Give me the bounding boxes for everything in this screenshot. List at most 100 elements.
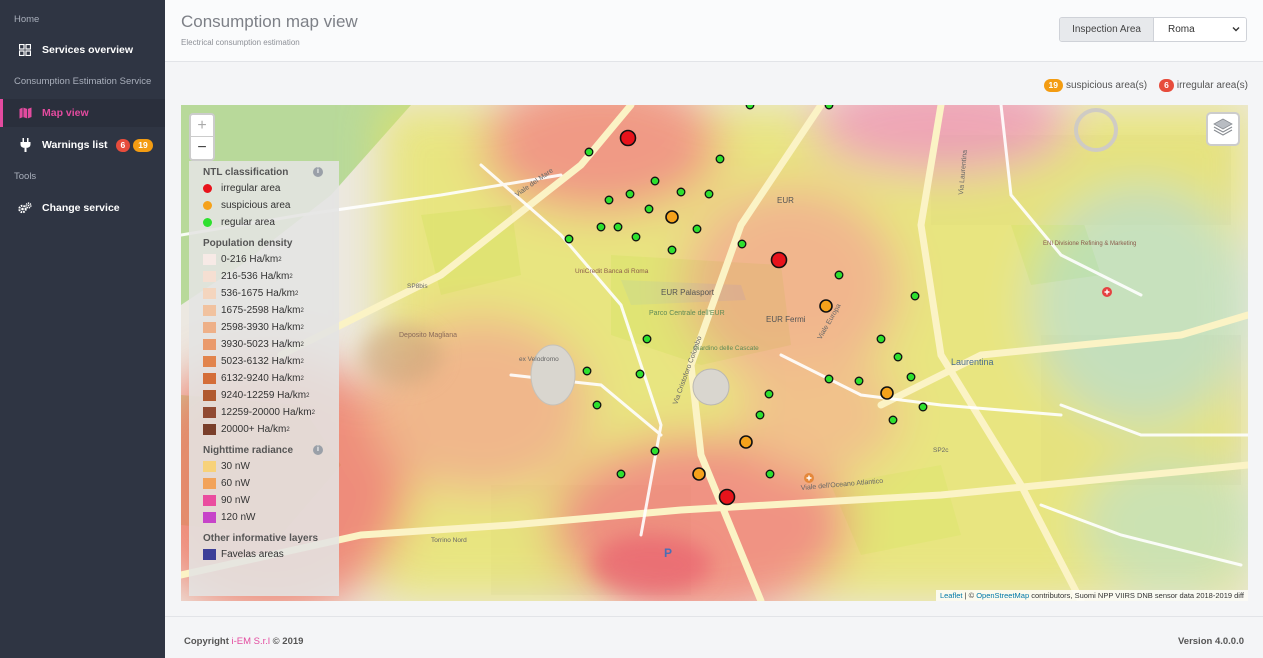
consumption-map[interactable]: EUR Palasport EUR Fermi EUR Parco Centra…	[181, 105, 1248, 601]
irregular-area-marker[interactable]	[770, 251, 788, 269]
inspection-area-select[interactable]: Roma	[1154, 18, 1246, 41]
legend-unit-exponent: 2	[300, 307, 304, 314]
regular-area-marker[interactable]	[676, 187, 686, 197]
regular-area-marker[interactable]	[644, 204, 654, 214]
legend-label: 90 nW	[221, 495, 250, 506]
legend-item: 90 nW	[203, 492, 339, 509]
regular-area-marker[interactable]	[631, 232, 641, 242]
regular-area-marker[interactable]	[596, 222, 606, 232]
chevron-down-icon	[1232, 18, 1240, 41]
legend-item: 3930-5023 Ha/km 2	[203, 336, 339, 353]
regular-area-marker[interactable]	[824, 105, 834, 110]
regular-area-marker[interactable]	[834, 270, 844, 280]
info-icon[interactable]: i	[313, 167, 323, 177]
suspicious-area-marker[interactable]	[665, 210, 679, 224]
regular-area-marker[interactable]	[737, 239, 747, 249]
regular-area-marker[interactable]	[564, 234, 574, 244]
irregular-area-marker[interactable]	[619, 129, 637, 147]
suspicious-count-label: suspicious area(s)	[1065, 80, 1148, 91]
legend-item: 5023-6132 Ha/km 2	[203, 353, 339, 370]
regular-area-marker[interactable]	[650, 176, 660, 186]
legend-population-title: Population density	[203, 238, 293, 249]
regular-area-marker[interactable]	[616, 469, 626, 479]
legend-other-items: Favelas areas	[203, 546, 339, 563]
sidebar-section-tools: Tools	[14, 171, 37, 182]
map-label: Deposito Magliana	[399, 332, 457, 339]
sidebar-item-services-overview[interactable]: Services overview	[0, 36, 165, 64]
legend-swatch	[203, 495, 216, 506]
regular-area-marker[interactable]	[918, 402, 928, 412]
regular-area-marker[interactable]	[613, 222, 623, 232]
regular-area-marker[interactable]	[584, 147, 594, 157]
regular-area-marker[interactable]	[650, 446, 660, 456]
regular-area-marker[interactable]	[824, 374, 834, 384]
legend-ntl-title: NTL classification	[203, 167, 289, 178]
regular-area-marker[interactable]	[893, 352, 903, 362]
suspicious-area-marker[interactable]	[819, 299, 833, 313]
sidebar: Home Services overview Consumption Estim…	[0, 0, 165, 658]
legend-swatch	[203, 424, 216, 435]
regular-area-marker[interactable]	[582, 366, 592, 376]
regular-area-marker[interactable]	[715, 154, 725, 164]
suspicious-area-marker[interactable]	[692, 467, 706, 481]
legend-item: 12259-20000 Ha/km 2	[203, 404, 339, 421]
legend-item: 216-536 Ha/km 2	[203, 268, 339, 285]
area-counters: 19 suspicious area(s) 6 irregular area(s…	[1043, 79, 1248, 92]
map-label: ex Velodromo	[519, 356, 559, 363]
regular-area-marker[interactable]	[635, 369, 645, 379]
regular-area-marker[interactable]	[704, 189, 714, 199]
osm-link[interactable]: OpenStreetMap	[976, 591, 1029, 600]
legend-population-items: 0-216 Ha/km 2 216-536 Ha/km 2 536-1675 Ha/km…	[203, 251, 339, 438]
company-link[interactable]: i-EM S.r.l	[232, 636, 271, 647]
legend-unit-exponent: 2	[286, 426, 290, 433]
irregular-count-badge: 6	[115, 138, 131, 152]
page-subtitle: Electrical consumption estimation	[181, 38, 300, 47]
legend-swatch	[203, 271, 216, 282]
regular-area-marker[interactable]	[910, 291, 920, 301]
sidebar-item-warnings-list[interactable]: Warnings list 6 19	[0, 131, 165, 159]
attribution-text: contributors, Suomi NPP VIIRS DNB sensor…	[1029, 591, 1244, 600]
regular-area-marker[interactable]	[876, 334, 886, 344]
regular-area-marker[interactable]	[745, 105, 755, 110]
leaflet-link[interactable]: Leaflet	[940, 591, 963, 600]
legend-swatch	[203, 201, 212, 210]
regular-area-marker[interactable]	[667, 245, 677, 255]
info-icon[interactable]: i	[313, 445, 323, 455]
legend-item: Favelas areas	[203, 546, 339, 563]
regular-area-marker[interactable]	[755, 410, 765, 420]
legend-swatch	[203, 305, 216, 316]
regular-area-marker[interactable]	[854, 376, 864, 386]
regular-area-marker[interactable]	[764, 389, 774, 399]
regular-area-marker[interactable]	[888, 415, 898, 425]
zoom-out-button[interactable]: −	[191, 137, 213, 159]
sidebar-item-label: Services overview	[42, 44, 134, 56]
suspicious-count-badge: 19	[133, 138, 153, 152]
irregular-area-marker[interactable]	[718, 488, 736, 506]
zoom-in-button[interactable]: +	[191, 115, 213, 137]
legend-item: 60 nW	[203, 475, 339, 492]
grid-icon	[18, 43, 32, 57]
sidebar-item-map-view[interactable]: Map view	[0, 99, 165, 127]
layers-button[interactable]	[1206, 112, 1240, 146]
legend-label: 536-1675 Ha/km	[221, 288, 295, 299]
legend-unit-exponent: 2	[300, 358, 304, 365]
suspicious-area-marker[interactable]	[739, 435, 753, 449]
inspection-area-selector: Inspection Area Roma	[1059, 17, 1247, 42]
sidebar-item-change-service[interactable]: Change service	[0, 194, 165, 222]
legend-label: regular area	[221, 217, 275, 228]
regular-area-marker[interactable]	[625, 189, 635, 199]
legend-swatch	[203, 512, 216, 523]
regular-area-marker[interactable]	[604, 195, 614, 205]
legend-label: 3930-5023 Ha/km	[221, 339, 301, 350]
suspicious-area-marker[interactable]	[880, 386, 894, 400]
page-footer: Copyright i-EM S.r.l © 2019 Version 4.0.…	[165, 616, 1263, 658]
copyright: Copyright i-EM S.r.l © 2019	[184, 636, 303, 647]
regular-area-marker[interactable]	[642, 334, 652, 344]
legend-radiance-title: Nighttime radiance	[203, 445, 294, 456]
regular-area-marker[interactable]	[765, 469, 775, 479]
legend-swatch	[203, 407, 216, 418]
regular-area-marker[interactable]	[906, 372, 916, 382]
regular-area-marker[interactable]	[592, 400, 602, 410]
svg-text:P: P	[664, 546, 672, 560]
regular-area-marker[interactable]	[692, 224, 702, 234]
